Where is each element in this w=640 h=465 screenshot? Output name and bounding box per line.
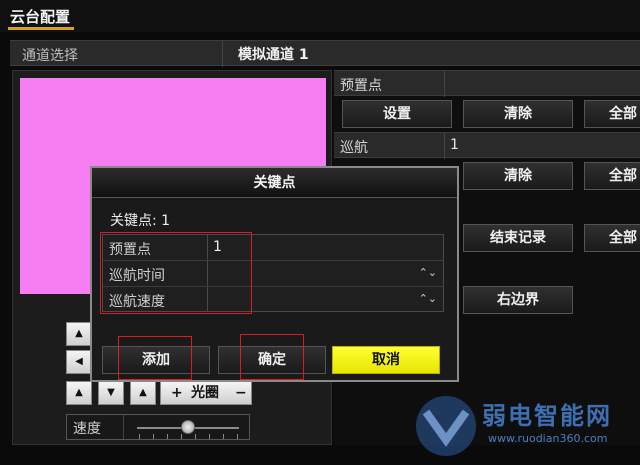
zoom-down-arrow-icon[interactable]: ▼	[98, 381, 124, 405]
cruise-value[interactable]: 1	[450, 137, 459, 153]
divider	[222, 41, 223, 67]
divider	[123, 415, 124, 439]
title-underline	[8, 27, 74, 30]
speed-label: 速度	[73, 421, 101, 437]
slider-tick	[195, 434, 196, 439]
slider-tick	[209, 434, 210, 439]
channel-label: 通道选择	[22, 48, 78, 64]
focus-up-arrow-icon[interactable]: ▲	[130, 381, 156, 405]
cruise-label: 巡航	[340, 140, 368, 156]
divider	[444, 71, 445, 97]
right-border-button[interactable]: 右边界	[463, 286, 573, 314]
watermark-url: www.ruodian360.com	[488, 432, 608, 445]
cruise-row: 巡航 1	[334, 132, 640, 159]
watermark-text: 弱电智能网	[482, 402, 612, 430]
slider-tick	[223, 434, 224, 439]
iris-label: 光圈	[191, 385, 219, 401]
keypoint-label: 关键点: 1	[110, 213, 171, 229]
up-arrow-icon[interactable]: ▲	[66, 322, 92, 346]
slider-tick	[181, 434, 182, 439]
preset-set-button[interactable]: 设置	[342, 100, 452, 128]
watermark: 弱电智能网 www.ruodian360.com	[412, 390, 640, 465]
cruise-clear-all-button[interactable]: 全部	[584, 162, 640, 190]
preset-clear-button[interactable]: 清除	[463, 100, 573, 128]
cancel-button[interactable]: 取消	[332, 346, 440, 374]
preset-clear-all-button[interactable]: 全部	[584, 100, 640, 128]
slider-tick	[153, 434, 154, 439]
spinner-icon[interactable]: ⌃⌄	[419, 292, 437, 305]
highlight-box	[100, 232, 252, 314]
iris-minus-button[interactable]: −	[235, 382, 247, 404]
preset-row: 预置点	[334, 70, 640, 97]
channel-select-row[interactable]: 通道选择 模拟通道 1	[10, 40, 640, 67]
slider-tick	[139, 434, 140, 439]
highlight-box	[118, 336, 192, 380]
highlight-box	[240, 334, 304, 380]
dialog-title: 关键点	[92, 168, 457, 198]
spinner-icon[interactable]: ⌃⌄	[419, 266, 437, 279]
divider	[444, 133, 445, 159]
left-arrow-icon[interactable]: ◀	[66, 350, 92, 374]
iris-control[interactable]: + 光圈 −	[160, 381, 252, 405]
zoom-up-arrow-icon[interactable]: ▲	[66, 381, 92, 405]
pattern-clear-all-button[interactable]: 全部	[584, 224, 640, 252]
speed-slider-thumb[interactable]	[181, 420, 195, 434]
cruise-clear-button[interactable]: 清除	[463, 162, 573, 190]
channel-value[interactable]: 模拟通道 1	[238, 44, 309, 64]
preset-label: 预置点	[340, 78, 382, 94]
watermark-logo-icon	[416, 396, 476, 456]
slider-tick	[167, 434, 168, 439]
slider-tick	[237, 434, 238, 439]
speed-row: 速度	[66, 414, 250, 440]
iris-plus-button[interactable]: +	[171, 382, 183, 404]
title-bar: 云台配置	[0, 0, 640, 32]
page-title: 云台配置	[10, 8, 71, 26]
stop-record-button[interactable]: 结束记录	[463, 224, 573, 252]
